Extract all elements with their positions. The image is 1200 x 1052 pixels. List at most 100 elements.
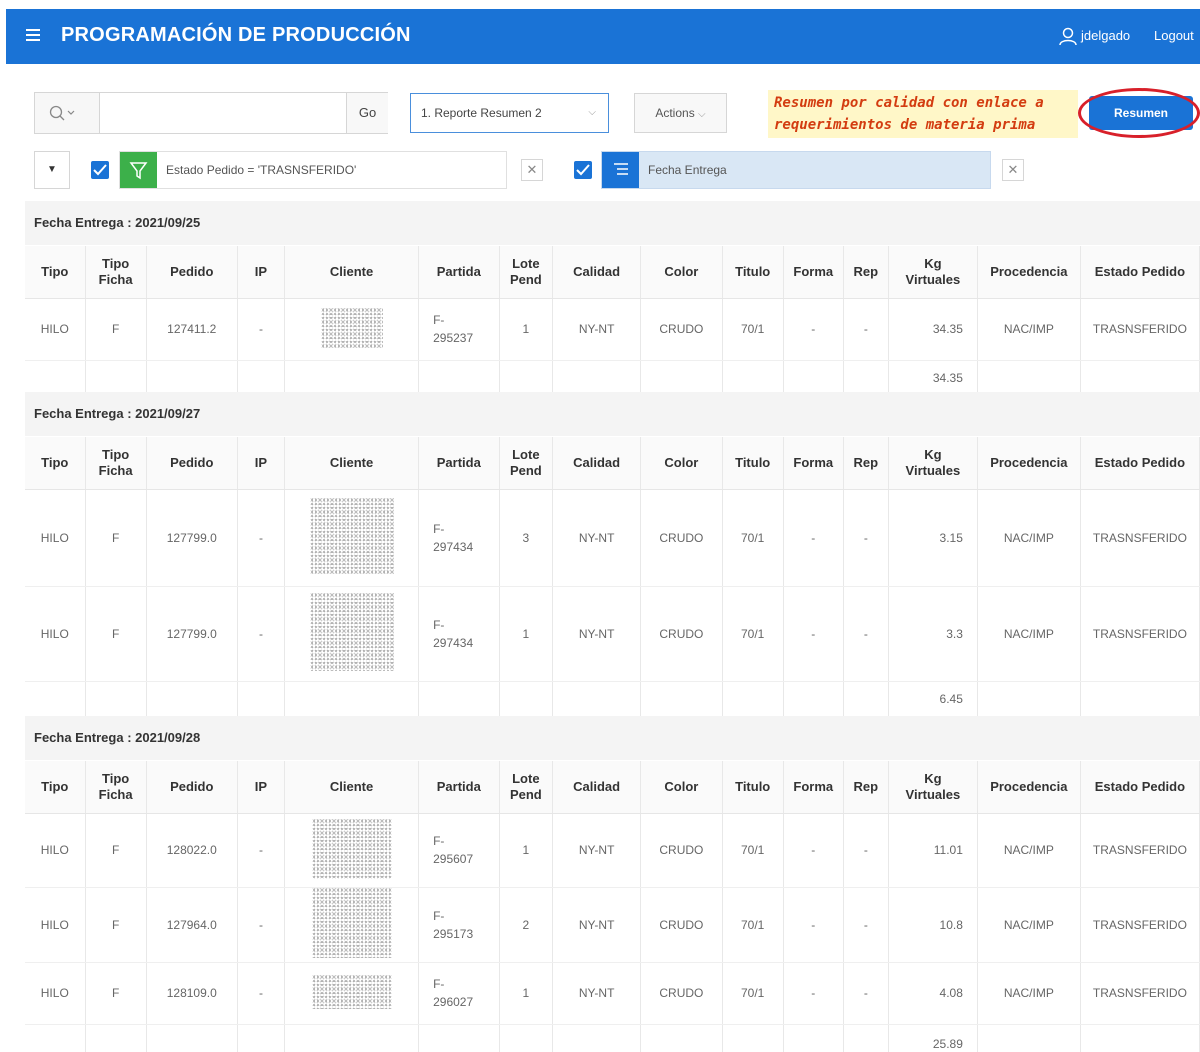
cell-proc: NAC/IMP bbox=[977, 489, 1081, 587]
go-button[interactable]: Go bbox=[346, 93, 388, 133]
redacted-client bbox=[320, 307, 383, 348]
redacted-client bbox=[309, 498, 394, 574]
control-break-chip[interactable]: Fecha Entrega bbox=[601, 151, 991, 189]
table-row: HILO F 128022.0- F- 295607 1 NY-NT CRUDO 70/1- -1… bbox=[25, 813, 1200, 888]
cell-cliente bbox=[284, 962, 420, 1025]
column-header[interactable]: Tipo bbox=[25, 246, 86, 299]
table-row: HILO F 128109.0- F- 296027 1 NY-NT CRUDO 70/1- -4… bbox=[25, 962, 1200, 1025]
column-header[interactable]: Tipo Ficha bbox=[85, 761, 147, 814]
menu-icon[interactable] bbox=[26, 29, 40, 44]
highlight-ellipse bbox=[1078, 88, 1200, 138]
column-header[interactable]: Forma bbox=[783, 246, 844, 299]
total-row: 34.35 bbox=[25, 360, 1200, 397]
total-cell bbox=[25, 360, 86, 397]
cell-ip: - bbox=[237, 586, 286, 682]
cell-cliente bbox=[284, 586, 420, 682]
column-header[interactable]: IP bbox=[237, 761, 286, 814]
cell-color: CRUDO bbox=[640, 813, 723, 888]
cell-ficha: F bbox=[85, 586, 147, 682]
column-header[interactable]: Tipo bbox=[25, 437, 86, 490]
column-header[interactable]: Estado Pedido bbox=[1080, 437, 1200, 490]
column-header[interactable]: Pedido bbox=[146, 761, 238, 814]
total-cell bbox=[783, 681, 844, 718]
search-column-button[interactable] bbox=[35, 93, 100, 133]
actions-menu-button[interactable]: Actions ⌵ bbox=[634, 93, 727, 133]
column-header[interactable]: Titulo bbox=[722, 246, 784, 299]
column-header[interactable]: Pedido bbox=[146, 246, 238, 299]
column-header[interactable]: Tipo Ficha bbox=[85, 437, 147, 490]
column-header[interactable]: Rep bbox=[843, 246, 889, 299]
cell-kg: 4.08 bbox=[888, 962, 978, 1025]
column-header[interactable]: Forma bbox=[783, 437, 844, 490]
column-header[interactable]: Cliente bbox=[284, 761, 420, 814]
column-header[interactable]: Calidad bbox=[552, 437, 642, 490]
column-header[interactable]: Partida bbox=[418, 437, 500, 490]
column-header[interactable]: Lote Pend bbox=[499, 437, 554, 490]
total-cell bbox=[499, 681, 554, 718]
column-header[interactable]: Titulo bbox=[722, 437, 784, 490]
column-header[interactable]: Calidad bbox=[552, 246, 642, 299]
check-icon bbox=[93, 164, 107, 176]
column-header[interactable]: Procedencia bbox=[977, 437, 1081, 490]
logout-link[interactable]: Logout bbox=[1154, 28, 1194, 43]
column-header[interactable]: Partida bbox=[418, 246, 500, 299]
total-cell bbox=[25, 1024, 86, 1052]
column-header[interactable]: Tipo bbox=[25, 761, 86, 814]
column-header[interactable]: Rep bbox=[843, 761, 889, 814]
column-header[interactable]: IP bbox=[237, 246, 286, 299]
remove-control-break-button[interactable]: ✕ bbox=[1002, 159, 1024, 181]
column-header[interactable]: Cliente bbox=[284, 437, 420, 490]
column-header[interactable]: Rep bbox=[843, 437, 889, 490]
column-header[interactable]: Estado Pedido bbox=[1080, 761, 1200, 814]
total-cell bbox=[25, 681, 86, 718]
column-header[interactable]: Kg Virtuales bbox=[888, 437, 978, 490]
cell-rep: - bbox=[843, 298, 889, 361]
column-header[interactable]: Procedencia bbox=[977, 761, 1081, 814]
total-cell bbox=[237, 1024, 286, 1052]
column-header[interactable]: Cliente bbox=[284, 246, 420, 299]
column-header[interactable]: Kg Virtuales bbox=[888, 246, 978, 299]
cell-rep: - bbox=[843, 887, 889, 963]
column-header[interactable]: Color bbox=[640, 246, 723, 299]
column-header[interactable]: Kg Virtuales bbox=[888, 761, 978, 814]
column-header[interactable]: Tipo Ficha bbox=[85, 246, 147, 299]
cell-estado: TRASNSFERIDO bbox=[1080, 298, 1200, 361]
search-bar: Go bbox=[34, 92, 388, 134]
annotation-line: requerimientos de materia prima bbox=[774, 117, 1036, 133]
search-input[interactable] bbox=[101, 93, 346, 133]
total-cell bbox=[843, 1024, 889, 1052]
column-header[interactable]: Procedencia bbox=[977, 246, 1081, 299]
total-cell bbox=[284, 360, 420, 397]
column-header[interactable]: Color bbox=[640, 437, 723, 490]
cell-ip: - bbox=[237, 887, 286, 963]
cell-lote: 1 bbox=[499, 962, 554, 1025]
table-row: HILO F 127799.0- F- 297434 3 NY-NT CRUDO 70/1- -3… bbox=[25, 489, 1200, 587]
user-name[interactable]: jdelgado bbox=[1081, 28, 1130, 43]
report-select[interactable]: 1. Reporte Resumen 2 ⌵ bbox=[410, 93, 609, 133]
cell-partida: F- 295237 bbox=[418, 298, 500, 361]
column-header[interactable]: Color bbox=[640, 761, 723, 814]
column-header[interactable]: Calidad bbox=[552, 761, 642, 814]
cell-estado: TRASNSFERIDO bbox=[1080, 813, 1200, 888]
column-header[interactable]: Titulo bbox=[722, 761, 784, 814]
column-header[interactable]: Pedido bbox=[146, 437, 238, 490]
sort-checkbox[interactable] bbox=[574, 161, 592, 179]
column-header[interactable]: Estado Pedido bbox=[1080, 246, 1200, 299]
cell-tipo: HILO bbox=[25, 586, 86, 682]
column-header[interactable]: IP bbox=[237, 437, 286, 490]
column-header[interactable]: Partida bbox=[418, 761, 500, 814]
filter-checkbox[interactable] bbox=[91, 161, 109, 179]
toggle-filters-button[interactable]: ▼ bbox=[34, 151, 70, 189]
column-header[interactable]: Lote Pend bbox=[499, 761, 554, 814]
filter-chip[interactable]: Estado Pedido = 'TRASNSFERIDO' bbox=[119, 151, 507, 189]
cell-proc: NAC/IMP bbox=[977, 887, 1081, 963]
column-header[interactable]: Forma bbox=[783, 761, 844, 814]
cell-cliente bbox=[284, 298, 420, 361]
column-header[interactable]: Lote Pend bbox=[499, 246, 554, 299]
control-break-label: Fecha Entrega bbox=[648, 163, 727, 177]
remove-filter-button[interactable]: ✕ bbox=[521, 159, 543, 181]
table-row: HILO F 127411.2- F- 295237 1 NY-NT CRUDO 70/1- -3… bbox=[25, 298, 1200, 361]
cell-calidad: NY-NT bbox=[552, 489, 642, 587]
cell-kg: 3.15 bbox=[888, 489, 978, 587]
user-icon[interactable] bbox=[1058, 26, 1078, 46]
